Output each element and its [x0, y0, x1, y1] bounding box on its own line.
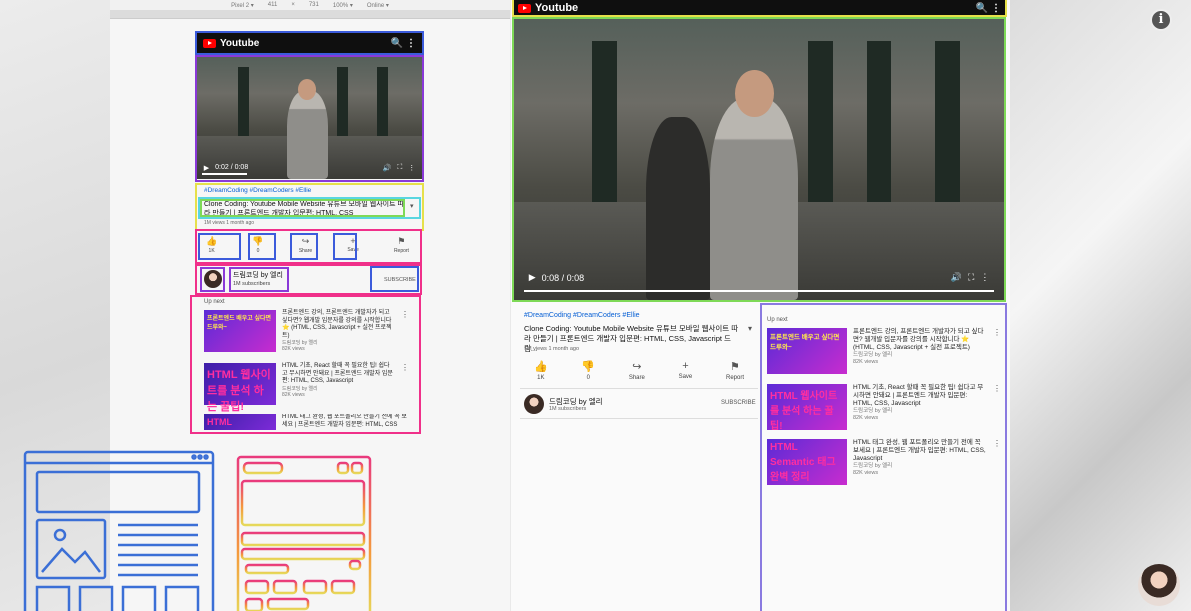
device-select[interactable]: Pixel 2 ▾: [231, 2, 254, 9]
big-subscriber-count: 1M subscribers: [549, 406, 587, 412]
like-outline: [198, 233, 241, 260]
avatar-outline: [200, 267, 225, 292]
device-width[interactable]: 411: [268, 2, 278, 8]
zoom-select[interactable]: 100% ▾: [333, 2, 353, 9]
flag-icon: ⚑: [730, 361, 740, 373]
report-button[interactable]: ⚑ Report: [726, 360, 744, 381]
big-hashtags[interactable]: #DreamCoding #DreamCoders #Ellie: [524, 312, 640, 319]
like-count: 1K: [537, 375, 545, 381]
media-query-ruler: [110, 10, 510, 19]
save-label: Save: [678, 374, 693, 380]
dislike-count: 0: [586, 375, 590, 381]
dislike-outline: [248, 233, 276, 260]
share-icon: ↪: [632, 361, 642, 373]
big-video-meta: 1M views 1 month ago: [524, 346, 580, 352]
big-subscribe-button[interactable]: SUBSCRIBE: [721, 400, 756, 406]
divider: [520, 388, 758, 389]
big-channel-avatar[interactable]: [524, 394, 544, 414]
info-icon[interactable]: i: [1150, 9, 1172, 31]
save-button[interactable]: + Save: [679, 360, 693, 381]
header-outline: [195, 31, 424, 55]
wireframe-mobile-drawing: [236, 455, 372, 611]
share-outline: [290, 233, 318, 260]
dimension-separator: ×: [291, 2, 295, 8]
device-height[interactable]: 731: [309, 2, 319, 8]
plus-icon: +: [682, 360, 689, 372]
share-button[interactable]: ↪ Share: [629, 360, 645, 381]
expand-chevron-icon[interactable]: ▾: [748, 324, 752, 333]
like-button[interactable]: 👍 1K: [534, 360, 548, 381]
video-outline: [195, 55, 424, 182]
device-toolbar: Pixel 2 ▾ 411 × 731 100% ▾ Online ▾: [110, 0, 510, 10]
dislike-button[interactable]: 👎 0: [581, 360, 595, 381]
presenter-avatar[interactable]: [1138, 564, 1180, 606]
big-up-next-outline: [760, 303, 1007, 611]
big-action-bar: 👍 1K 👎 0 ↪ Share + Save ⚑ Report: [524, 360, 754, 381]
subscribe-outline: [370, 266, 419, 292]
divider: [520, 418, 758, 419]
report-label: Report: [725, 375, 744, 381]
channel-name-outline: [229, 267, 289, 292]
save-outline: [333, 233, 357, 260]
big-video-outline: [512, 17, 1006, 302]
thumb-up-icon: 👍: [534, 361, 548, 373]
network-select[interactable]: Online ▾: [367, 2, 389, 9]
thumb-down-icon: 👎: [581, 361, 596, 373]
big-header-outline: [512, 0, 1007, 17]
background-right: [1010, 0, 1191, 611]
up-next-outline: [190, 295, 421, 434]
title-inner-outline: [200, 199, 405, 217]
wireframe-desktop-drawing: [23, 450, 215, 611]
share-label: Share: [628, 375, 645, 381]
